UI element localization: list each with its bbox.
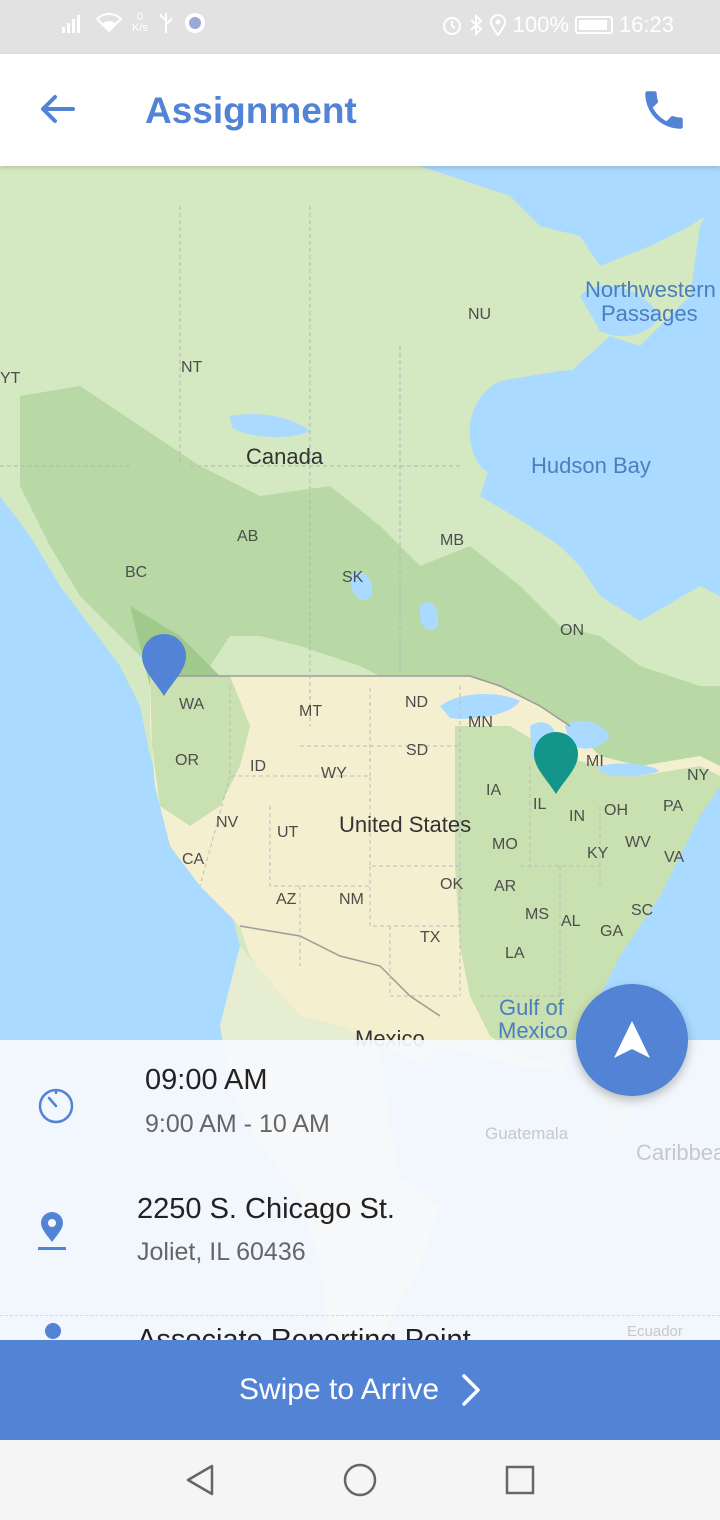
map-label-mt: MT xyxy=(299,703,323,720)
map-label-mi: MI xyxy=(586,753,604,770)
map-label-wv: WV xyxy=(625,834,651,851)
map-label-nu: NU xyxy=(468,306,492,323)
speed-unit: K/s xyxy=(132,22,148,34)
phone-icon xyxy=(645,91,683,129)
map-label-northwestern: Northwestern xyxy=(585,277,716,302)
moon-icon xyxy=(184,13,205,33)
map-label-ny: NY xyxy=(687,767,710,784)
usb-icon xyxy=(159,13,172,33)
scheduled-time: 09:00 AM xyxy=(145,1064,268,1096)
dot-icon xyxy=(45,1323,61,1339)
map-label-nd: ND xyxy=(405,694,429,711)
back-button[interactable] xyxy=(30,82,84,136)
map-label-nt: NT xyxy=(181,359,203,376)
map-label-wy: WY xyxy=(321,765,347,782)
map-label-ab: AB xyxy=(237,528,259,545)
map-label-az: AZ xyxy=(276,891,297,908)
wifi-icon xyxy=(96,13,122,33)
map-label-ok: OK xyxy=(440,876,464,893)
map-label-guatemala: Guatemala xyxy=(485,1124,569,1143)
nav-home-button[interactable] xyxy=(338,1458,382,1502)
map-label-ca: CA xyxy=(182,851,205,868)
map-label-caribbean: Caribbea xyxy=(636,1140,720,1165)
map-label-ut: UT xyxy=(277,824,299,841)
map-label-mb: MB xyxy=(440,532,464,549)
location-pin-icon xyxy=(38,1212,66,1250)
next-item-title: Associate Reporting Point xyxy=(137,1324,471,1340)
map-label-hudson-bay: Hudson Bay xyxy=(531,453,651,478)
map-label-gulf: Gulf of xyxy=(499,995,564,1020)
map-label-il: IL xyxy=(533,796,547,813)
nav-back-icon xyxy=(186,1464,214,1496)
map-label-mn: MN xyxy=(468,714,493,731)
map-label-mo: MO xyxy=(492,836,518,853)
battery-percent: 100% xyxy=(512,12,569,37)
map-label-yt: YT xyxy=(0,370,21,387)
nav-home-icon xyxy=(343,1463,377,1497)
app-bar: Assignment xyxy=(0,54,720,166)
destination-pin[interactable] xyxy=(532,730,580,796)
status-time: 16:23 xyxy=(618,12,674,37)
map-label-bc: BC xyxy=(125,564,148,581)
signal-icon xyxy=(62,15,80,33)
bluetooth-icon xyxy=(469,14,483,36)
map-label-ky: KY xyxy=(587,845,609,862)
call-button[interactable] xyxy=(634,80,694,140)
chevron-right-icon xyxy=(462,1374,480,1406)
map-label-tx: TX xyxy=(420,929,441,946)
map-label-ga: GA xyxy=(600,923,624,940)
map-label-ms: MS xyxy=(525,906,549,923)
map-label-united-states: United States xyxy=(339,812,472,837)
alarm-icon xyxy=(442,17,461,35)
map-label-in: IN xyxy=(569,808,585,825)
address-street: 2250 S. Chicago St. xyxy=(137,1193,395,1225)
map-label-al: AL xyxy=(561,913,581,930)
map-label-passages: Passages xyxy=(601,301,698,326)
nav-recents-icon xyxy=(505,1465,535,1495)
status-left: 0 K/s xyxy=(62,12,206,34)
nav-back-button[interactable] xyxy=(178,1458,222,1502)
arrow-left-icon xyxy=(41,95,75,123)
status-bar: 0 K/s 100% 16:23 xyxy=(0,0,720,54)
map-label-nv: NV xyxy=(216,814,239,831)
clock-icon xyxy=(38,1088,74,1124)
nav-recents-button[interactable] xyxy=(498,1458,542,1502)
map-label-id: ID xyxy=(250,758,266,775)
system-nav-bar xyxy=(0,1440,720,1520)
map-label-ia: IA xyxy=(486,782,502,799)
divider xyxy=(0,1315,720,1316)
map-label-ecuador: Ecuador xyxy=(627,1323,683,1340)
navigate-button[interactable] xyxy=(576,984,688,1096)
page-title: Assignment xyxy=(145,90,357,131)
origin-pin[interactable] xyxy=(140,632,188,698)
map-label-sk: SK xyxy=(342,569,364,586)
map-label-va: VA xyxy=(664,849,685,866)
status-right: 100% 16:23 xyxy=(441,12,674,38)
map-label-sc: SC xyxy=(631,902,654,919)
map-label-or: OR xyxy=(175,752,199,769)
time-window: 9:00 AM - 10 AM xyxy=(145,1110,330,1138)
swipe-to-arrive-button[interactable]: Swipe to Arrive xyxy=(0,1340,720,1440)
map-label-nm: NM xyxy=(339,891,364,908)
map-label-la: LA xyxy=(505,945,525,962)
map-label-oh: OH xyxy=(604,802,628,819)
map-label-ar: AR xyxy=(494,878,517,895)
swipe-label: Swipe to Arrive xyxy=(238,1373,440,1406)
network-speed: 0 K/s xyxy=(132,12,148,34)
map-label-canada: Canada xyxy=(246,444,324,469)
address-city: Joliet, IL 60436 xyxy=(137,1238,306,1266)
location-icon xyxy=(489,14,506,36)
navigation-arrow-icon xyxy=(614,1021,650,1058)
map-label-sd: SD xyxy=(406,742,429,759)
map-label-wa: WA xyxy=(179,696,205,713)
map-label-on: ON xyxy=(560,622,584,639)
map-label-pa: PA xyxy=(663,798,684,815)
battery-icon xyxy=(574,16,613,34)
